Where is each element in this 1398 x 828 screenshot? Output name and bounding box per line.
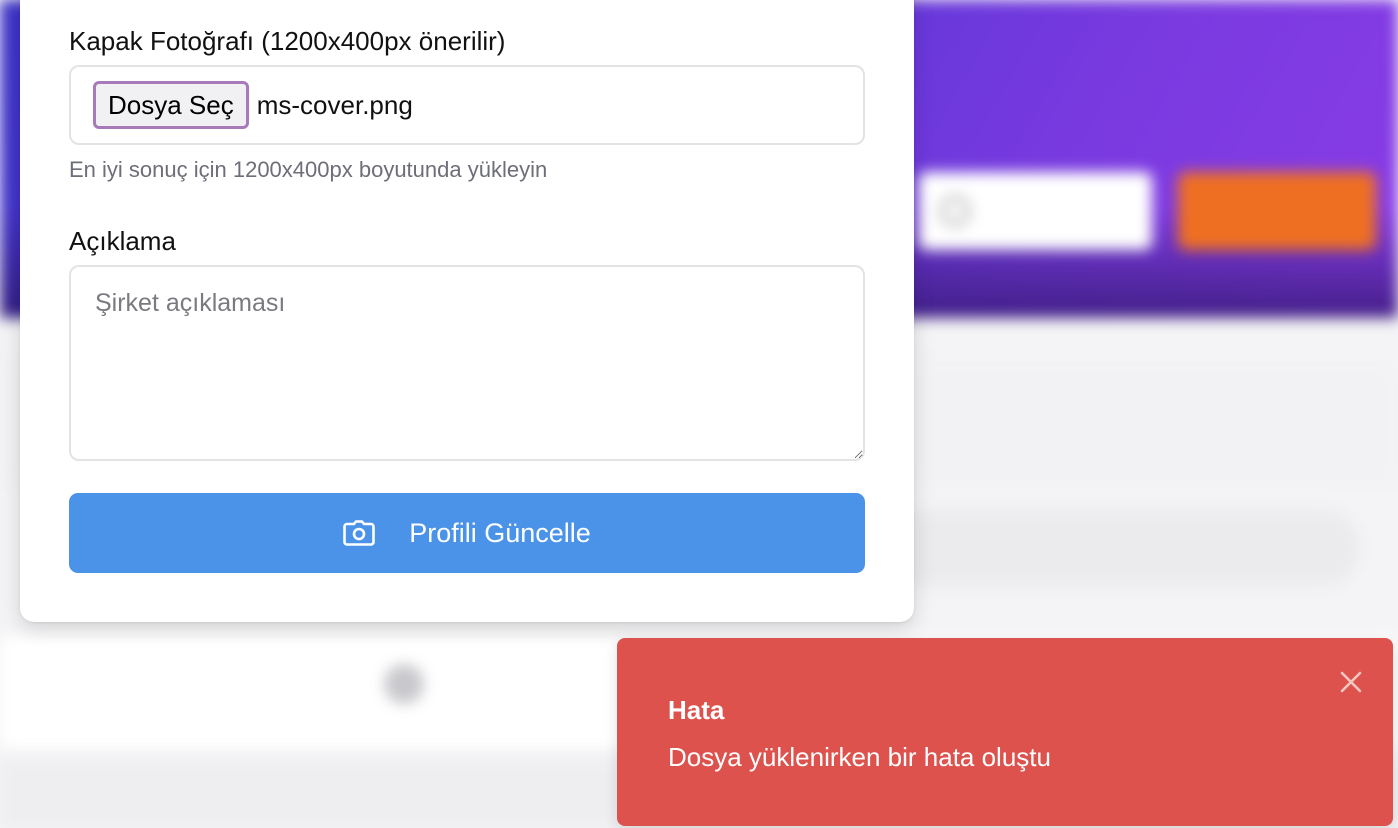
- row-icon: [384, 664, 424, 704]
- camera-icon: [343, 520, 376, 546]
- update-profile-button-label: Profili Güncelle: [409, 517, 591, 548]
- close-icon[interactable]: [1337, 668, 1365, 696]
- search-bar: [880, 510, 1360, 586]
- description-textarea[interactable]: [69, 265, 865, 461]
- cover-photo-file-input[interactable]: Dosya Seç ms-cover.png: [69, 65, 865, 145]
- choose-file-button[interactable]: Dosya Seç: [93, 81, 249, 129]
- toast-message: Dosya yüklenirken bir hata oluştu: [668, 742, 1051, 772]
- cover-photo-help-text: En iyi sonuç için 1200x400px boyutunda y…: [69, 157, 548, 182]
- contact-button: [1178, 172, 1376, 250]
- description-field-wrapper: [69, 265, 865, 461]
- error-toast: Hata Dosya yüklenirken bir hata oluştu: [617, 638, 1393, 826]
- cover-photo-label: Kapak Fotoğrafı (1200x400px önerilir): [69, 26, 506, 56]
- description-label: Açıklama: [69, 226, 176, 256]
- toast-title: Hata: [668, 695, 725, 725]
- edit-profile-modal: Kapak Fotoğrafı (1200x400px önerilir) Do…: [20, 0, 914, 622]
- update-profile-button[interactable]: Profili Güncelle: [69, 493, 865, 573]
- heart-icon: [940, 196, 970, 226]
- selected-file-name: ms-cover.png: [256, 89, 413, 120]
- follow-button: [918, 172, 1152, 250]
